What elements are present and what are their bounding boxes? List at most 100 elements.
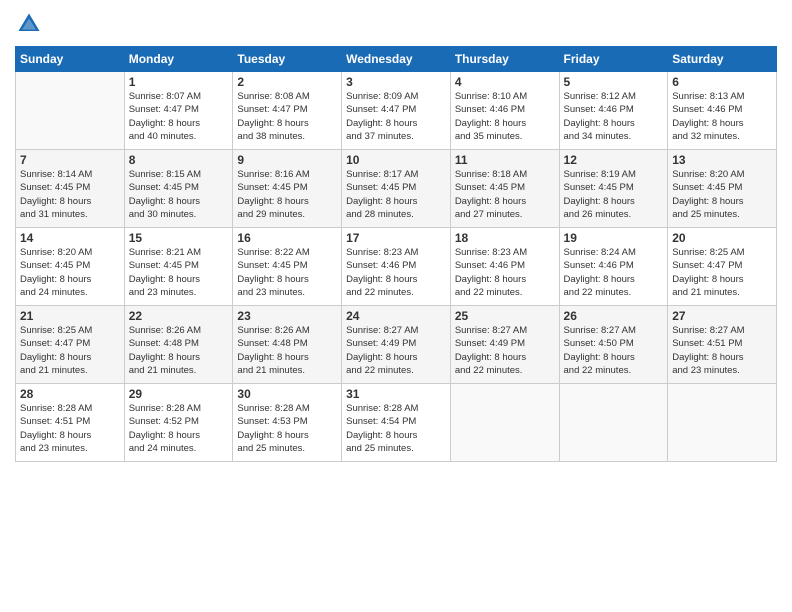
day-number: 13 [672, 153, 772, 167]
day-number: 25 [455, 309, 555, 323]
day-number: 29 [129, 387, 229, 401]
day-info: Sunrise: 8:09 AM Sunset: 4:47 PM Dayligh… [346, 90, 446, 143]
calendar-cell: 6Sunrise: 8:13 AM Sunset: 4:46 PM Daylig… [668, 72, 777, 150]
calendar-cell: 23Sunrise: 8:26 AM Sunset: 4:48 PM Dayli… [233, 306, 342, 384]
calendar-cell: 22Sunrise: 8:26 AM Sunset: 4:48 PM Dayli… [124, 306, 233, 384]
calendar-cell: 20Sunrise: 8:25 AM Sunset: 4:47 PM Dayli… [668, 228, 777, 306]
day-info: Sunrise: 8:28 AM Sunset: 4:51 PM Dayligh… [20, 402, 120, 455]
col-header-sunday: Sunday [16, 47, 125, 72]
day-info: Sunrise: 8:20 AM Sunset: 4:45 PM Dayligh… [672, 168, 772, 221]
day-info: Sunrise: 8:12 AM Sunset: 4:46 PM Dayligh… [564, 90, 664, 143]
col-header-saturday: Saturday [668, 47, 777, 72]
day-number: 11 [455, 153, 555, 167]
day-number: 3 [346, 75, 446, 89]
day-info: Sunrise: 8:20 AM Sunset: 4:45 PM Dayligh… [20, 246, 120, 299]
calendar-cell [668, 384, 777, 462]
calendar-cell: 12Sunrise: 8:19 AM Sunset: 4:45 PM Dayli… [559, 150, 668, 228]
calendar-cell: 5Sunrise: 8:12 AM Sunset: 4:46 PM Daylig… [559, 72, 668, 150]
col-header-monday: Monday [124, 47, 233, 72]
page-header [15, 10, 777, 38]
day-info: Sunrise: 8:28 AM Sunset: 4:52 PM Dayligh… [129, 402, 229, 455]
col-header-tuesday: Tuesday [233, 47, 342, 72]
day-info: Sunrise: 8:27 AM Sunset: 4:49 PM Dayligh… [346, 324, 446, 377]
day-info: Sunrise: 8:28 AM Sunset: 4:53 PM Dayligh… [237, 402, 337, 455]
calendar-week-row: 14Sunrise: 8:20 AM Sunset: 4:45 PM Dayli… [16, 228, 777, 306]
day-info: Sunrise: 8:14 AM Sunset: 4:45 PM Dayligh… [20, 168, 120, 221]
day-info: Sunrise: 8:27 AM Sunset: 4:51 PM Dayligh… [672, 324, 772, 377]
day-info: Sunrise: 8:22 AM Sunset: 4:45 PM Dayligh… [237, 246, 337, 299]
calendar-cell: 27Sunrise: 8:27 AM Sunset: 4:51 PM Dayli… [668, 306, 777, 384]
day-info: Sunrise: 8:21 AM Sunset: 4:45 PM Dayligh… [129, 246, 229, 299]
calendar-cell: 26Sunrise: 8:27 AM Sunset: 4:50 PM Dayli… [559, 306, 668, 384]
day-info: Sunrise: 8:27 AM Sunset: 4:49 PM Dayligh… [455, 324, 555, 377]
day-number: 24 [346, 309, 446, 323]
calendar-week-row: 21Sunrise: 8:25 AM Sunset: 4:47 PM Dayli… [16, 306, 777, 384]
logo [15, 10, 47, 38]
day-number: 26 [564, 309, 664, 323]
calendar-cell: 19Sunrise: 8:24 AM Sunset: 4:46 PM Dayli… [559, 228, 668, 306]
calendar-cell: 30Sunrise: 8:28 AM Sunset: 4:53 PM Dayli… [233, 384, 342, 462]
day-info: Sunrise: 8:28 AM Sunset: 4:54 PM Dayligh… [346, 402, 446, 455]
day-number: 31 [346, 387, 446, 401]
calendar-cell: 8Sunrise: 8:15 AM Sunset: 4:45 PM Daylig… [124, 150, 233, 228]
day-info: Sunrise: 8:24 AM Sunset: 4:46 PM Dayligh… [564, 246, 664, 299]
day-info: Sunrise: 8:27 AM Sunset: 4:50 PM Dayligh… [564, 324, 664, 377]
calendar-cell: 4Sunrise: 8:10 AM Sunset: 4:46 PM Daylig… [450, 72, 559, 150]
day-number: 21 [20, 309, 120, 323]
calendar-cell: 25Sunrise: 8:27 AM Sunset: 4:49 PM Dayli… [450, 306, 559, 384]
calendar-cell: 7Sunrise: 8:14 AM Sunset: 4:45 PM Daylig… [16, 150, 125, 228]
day-number: 4 [455, 75, 555, 89]
day-number: 8 [129, 153, 229, 167]
day-info: Sunrise: 8:13 AM Sunset: 4:46 PM Dayligh… [672, 90, 772, 143]
calendar-cell [16, 72, 125, 150]
day-info: Sunrise: 8:25 AM Sunset: 4:47 PM Dayligh… [20, 324, 120, 377]
calendar-cell: 9Sunrise: 8:16 AM Sunset: 4:45 PM Daylig… [233, 150, 342, 228]
calendar-cell: 16Sunrise: 8:22 AM Sunset: 4:45 PM Dayli… [233, 228, 342, 306]
calendar-cell: 24Sunrise: 8:27 AM Sunset: 4:49 PM Dayli… [342, 306, 451, 384]
day-number: 9 [237, 153, 337, 167]
calendar-table: SundayMondayTuesdayWednesdayThursdayFrid… [15, 46, 777, 462]
calendar-header-row: SundayMondayTuesdayWednesdayThursdayFrid… [16, 47, 777, 72]
day-number: 20 [672, 231, 772, 245]
day-info: Sunrise: 8:25 AM Sunset: 4:47 PM Dayligh… [672, 246, 772, 299]
col-header-thursday: Thursday [450, 47, 559, 72]
day-number: 15 [129, 231, 229, 245]
day-number: 17 [346, 231, 446, 245]
day-info: Sunrise: 8:18 AM Sunset: 4:45 PM Dayligh… [455, 168, 555, 221]
day-info: Sunrise: 8:07 AM Sunset: 4:47 PM Dayligh… [129, 90, 229, 143]
day-info: Sunrise: 8:19 AM Sunset: 4:45 PM Dayligh… [564, 168, 664, 221]
calendar-cell: 10Sunrise: 8:17 AM Sunset: 4:45 PM Dayli… [342, 150, 451, 228]
day-number: 14 [20, 231, 120, 245]
col-header-friday: Friday [559, 47, 668, 72]
calendar-cell: 15Sunrise: 8:21 AM Sunset: 4:45 PM Dayli… [124, 228, 233, 306]
day-number: 16 [237, 231, 337, 245]
calendar-week-row: 7Sunrise: 8:14 AM Sunset: 4:45 PM Daylig… [16, 150, 777, 228]
calendar-cell: 14Sunrise: 8:20 AM Sunset: 4:45 PM Dayli… [16, 228, 125, 306]
day-info: Sunrise: 8:10 AM Sunset: 4:46 PM Dayligh… [455, 90, 555, 143]
day-info: Sunrise: 8:17 AM Sunset: 4:45 PM Dayligh… [346, 168, 446, 221]
day-number: 28 [20, 387, 120, 401]
calendar-cell: 29Sunrise: 8:28 AM Sunset: 4:52 PM Dayli… [124, 384, 233, 462]
calendar-cell: 21Sunrise: 8:25 AM Sunset: 4:47 PM Dayli… [16, 306, 125, 384]
calendar-cell [559, 384, 668, 462]
day-info: Sunrise: 8:08 AM Sunset: 4:47 PM Dayligh… [237, 90, 337, 143]
day-number: 23 [237, 309, 337, 323]
day-number: 18 [455, 231, 555, 245]
day-number: 10 [346, 153, 446, 167]
day-number: 7 [20, 153, 120, 167]
logo-icon [15, 10, 43, 38]
day-number: 2 [237, 75, 337, 89]
day-info: Sunrise: 8:23 AM Sunset: 4:46 PM Dayligh… [346, 246, 446, 299]
calendar-week-row: 28Sunrise: 8:28 AM Sunset: 4:51 PM Dayli… [16, 384, 777, 462]
day-info: Sunrise: 8:15 AM Sunset: 4:45 PM Dayligh… [129, 168, 229, 221]
calendar-cell [450, 384, 559, 462]
calendar-cell: 2Sunrise: 8:08 AM Sunset: 4:47 PM Daylig… [233, 72, 342, 150]
day-number: 12 [564, 153, 664, 167]
calendar-cell: 28Sunrise: 8:28 AM Sunset: 4:51 PM Dayli… [16, 384, 125, 462]
day-info: Sunrise: 8:26 AM Sunset: 4:48 PM Dayligh… [129, 324, 229, 377]
day-number: 6 [672, 75, 772, 89]
day-number: 19 [564, 231, 664, 245]
calendar-week-row: 1Sunrise: 8:07 AM Sunset: 4:47 PM Daylig… [16, 72, 777, 150]
calendar-cell: 3Sunrise: 8:09 AM Sunset: 4:47 PM Daylig… [342, 72, 451, 150]
calendar-cell: 31Sunrise: 8:28 AM Sunset: 4:54 PM Dayli… [342, 384, 451, 462]
